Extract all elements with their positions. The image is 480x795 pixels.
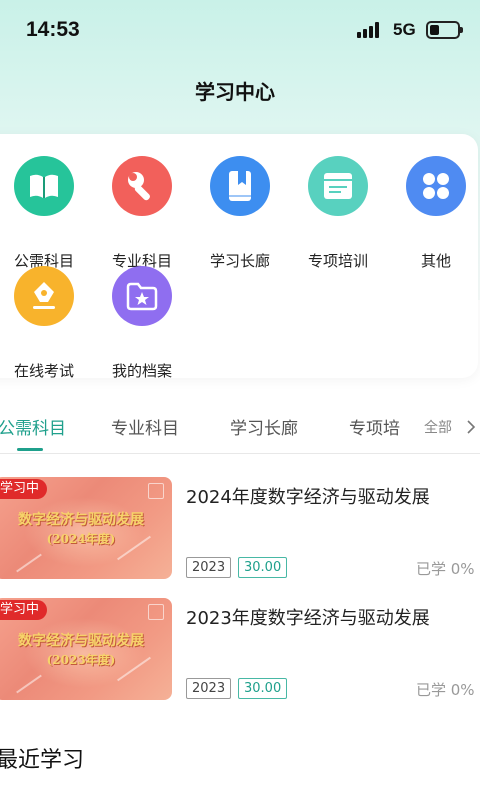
learning-badge: 学习中 — [0, 600, 48, 620]
year-tag: 2023 — [186, 678, 232, 699]
thumbnail-subtitle: (2024年度) — [46, 532, 116, 546]
course-thumbnail: 学习中 数字经济与驱动发展 (2023年度) — [0, 598, 172, 700]
recent-learning-heading: 最近学习 — [0, 748, 85, 773]
menu-item-special-training[interactable]: 专项培训 — [293, 156, 383, 270]
wrench-icon — [112, 156, 172, 216]
chevron-right-icon[interactable] — [466, 420, 476, 434]
seal-icon — [148, 483, 164, 499]
tab-public-subjects[interactable]: 公需科目 — [0, 414, 66, 439]
hours-tag: 30.00 — [238, 678, 288, 699]
year-tag: 2023 — [186, 557, 232, 578]
active-tab-indicator — [17, 448, 43, 451]
status-time: 14:53 — [26, 18, 80, 41]
page-title: 学习中心 — [195, 80, 275, 104]
progress-text: 已学 0% — [416, 560, 475, 578]
grid-icon — [406, 156, 466, 216]
thumbnail-title: 数字经济与驱动发展 — [18, 512, 144, 528]
browser-window-icon — [308, 156, 368, 216]
menu-item-other[interactable]: 其他 — [391, 156, 480, 270]
learning-badge: 学习中 — [0, 479, 48, 499]
thumbnail-subtitle: (2023年度) — [46, 653, 116, 667]
course-title: 2024年度数字经济与驱动发展 — [186, 487, 430, 508]
menu-item-professional-subjects[interactable]: 专业科目 — [97, 156, 187, 270]
menu-item-learning-gallery[interactable]: 学习长廊 — [195, 156, 285, 270]
star-folder-icon — [112, 266, 172, 326]
pen-nib-icon — [14, 266, 74, 326]
course-title: 2023年度数字经济与驱动发展 — [186, 608, 430, 629]
all-tabs-button[interactable]: 全部 — [424, 417, 452, 437]
signal-icon — [357, 22, 385, 38]
menu-item-label: 学习长廊 — [209, 252, 270, 270]
menu-item-label: 专项培训 — [307, 252, 368, 270]
menu-item-label: 在线考试 — [13, 362, 74, 380]
menu-card: 公需科目 专业科目 学习长廊 专项培训 其他 在线考试 我的档案 — [0, 134, 480, 380]
battery-icon — [426, 21, 463, 39]
tab-learning-gallery[interactable]: 学习长廊 — [230, 414, 298, 439]
menu-item-online-exam[interactable]: 在线考试 — [0, 266, 89, 380]
hours-tag: 30.00 — [238, 557, 288, 578]
course-thumbnail: 学习中 数字经济与驱动发展 (2024年度) — [0, 477, 172, 579]
seal-icon — [148, 604, 164, 620]
menu-item-public-subjects[interactable]: 公需科目 — [0, 156, 89, 270]
course-card[interactable]: 学习中 数字经济与驱动发展 (2024年度) 2024年度数字经济与驱动发展 2… — [0, 477, 480, 581]
menu-item-label: 其他 — [420, 252, 451, 270]
thumbnail-title: 数字经济与驱动发展 — [18, 633, 144, 649]
course-card[interactable]: 学习中 数字经济与驱动发展 (2023年度) 2023年度数字经济与驱动发展 2… — [0, 598, 480, 702]
network-type: 5G — [393, 20, 416, 39]
progress-text: 已学 0% — [416, 681, 475, 699]
category-tabs: 公需科目 专业科目 学习长廊 专项培 全部 — [0, 404, 480, 454]
book-icon — [14, 156, 74, 216]
tab-professional-subjects[interactable]: 专业科目 — [111, 414, 179, 439]
menu-item-my-archive[interactable]: 我的档案 — [97, 266, 187, 380]
tab-special-training[interactable]: 专项培 — [349, 414, 400, 439]
status-bar: 14:53 5G — [0, 0, 480, 60]
menu-item-label: 我的档案 — [111, 362, 172, 380]
bookmark-book-icon — [210, 156, 270, 216]
